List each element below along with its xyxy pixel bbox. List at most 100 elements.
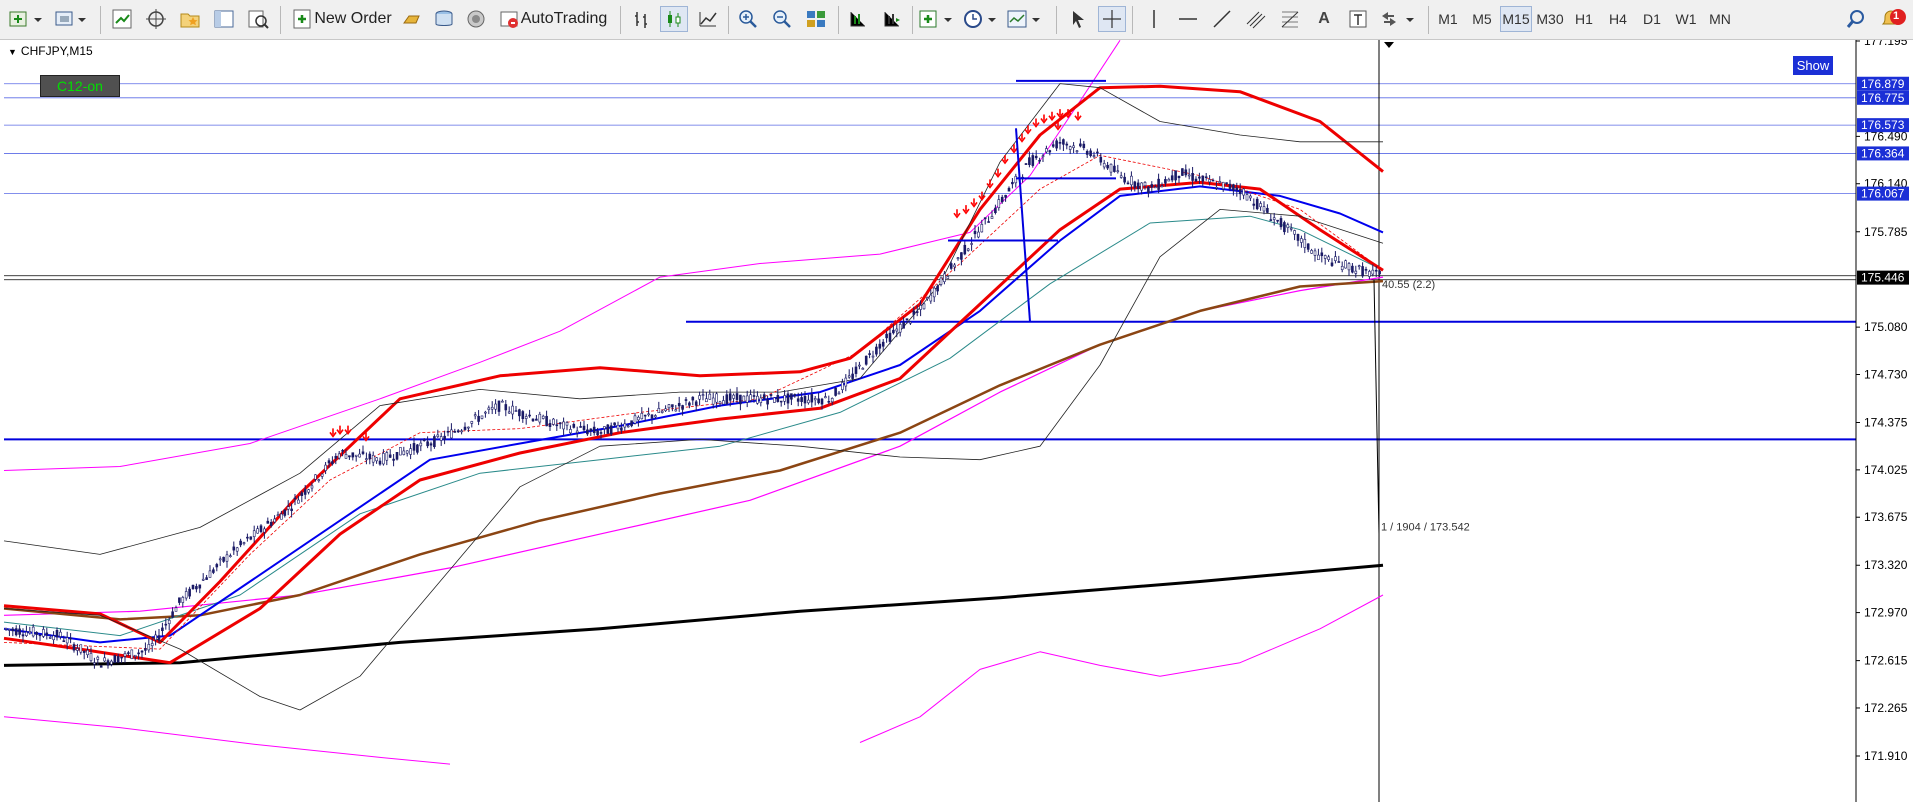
candle-body (871, 355, 875, 358)
text-tool-icon[interactable]: A (1310, 6, 1338, 32)
candle-body (140, 650, 144, 653)
candle-body (796, 398, 800, 402)
candle-body (1208, 179, 1211, 183)
terminal-window-icon[interactable] (210, 6, 238, 32)
candle-body (1157, 178, 1160, 190)
timeframe-m30[interactable]: M30 (1534, 6, 1566, 32)
gold-bar-icon[interactable] (398, 6, 426, 32)
timeframe-m15[interactable]: M15 (1500, 6, 1532, 32)
arrows-dropdown-icon[interactable] (1378, 6, 1420, 32)
indicators-list-icon[interactable] (918, 6, 958, 32)
candle-body (450, 429, 453, 439)
horizontal-line-icon[interactable] (1174, 6, 1202, 32)
lower-envelope-left (3, 716, 451, 765)
bar-chart-icon[interactable] (628, 6, 656, 32)
new-chart-icon[interactable] (8, 6, 44, 32)
timeframe-h1[interactable]: H1 (1568, 6, 1600, 32)
timeframe-m5[interactable]: M5 (1466, 6, 1498, 32)
candle-body (756, 395, 759, 404)
candle-body (1334, 256, 1337, 261)
notifications-button[interactable]: 1 (1876, 6, 1908, 32)
candle-body (572, 424, 576, 428)
search-icon[interactable] (1842, 6, 1870, 32)
trendline-icon[interactable] (1208, 6, 1236, 32)
periodicity-clock-icon[interactable] (962, 6, 1002, 32)
candle-body (1170, 175, 1174, 181)
tile-windows-icon[interactable] (802, 6, 830, 32)
market-globe-icon[interactable] (462, 6, 490, 32)
timeframe-h4[interactable]: H4 (1602, 6, 1634, 32)
favorites-folder-icon[interactable] (176, 6, 204, 32)
signals-database-icon[interactable] (430, 6, 458, 32)
candle-body (800, 397, 803, 402)
candle-body (983, 217, 987, 220)
candle-body (637, 416, 640, 421)
candle-body (382, 453, 385, 465)
candle-body (1038, 159, 1041, 162)
zoom-in-icon[interactable] (734, 6, 762, 32)
candle-body (1058, 142, 1062, 144)
candle-body (358, 453, 361, 458)
candle-body (545, 415, 548, 427)
candle-body (1351, 265, 1354, 273)
profiles-icon[interactable] (54, 6, 90, 32)
timeframe-m1[interactable]: M1 (1432, 6, 1464, 32)
new-order-button[interactable]: New Order (288, 6, 396, 32)
equidistant-channel-icon[interactable] (1242, 6, 1270, 32)
fibonacci-icon[interactable] (1276, 6, 1304, 32)
collapse-triangle-icon[interactable]: ▼ (8, 47, 17, 57)
price-chart[interactable]: 177.195 176.490 176.140 175.785 175.080 174.7… (0, 40, 1913, 802)
candle-body (790, 393, 793, 400)
chart-shift-icon[interactable] (844, 6, 872, 32)
candle-body (1187, 174, 1191, 177)
vertical-line-icon[interactable] (1140, 6, 1168, 32)
candle-body (1092, 155, 1096, 157)
strategy-tester-icon[interactable] (244, 6, 272, 32)
market-watch-icon[interactable] (108, 6, 136, 32)
autotrading-label: AutoTrading (520, 10, 608, 27)
candle-body (497, 400, 501, 412)
candle-body (912, 310, 916, 315)
candle-body (225, 554, 229, 562)
chart-canvas[interactable]: 177.195176.490176.140175.785175.080174.7… (0, 40, 1913, 802)
candle-body (110, 660, 113, 665)
c12-status-badge[interactable]: C12-on (40, 75, 120, 97)
candle-body (371, 455, 375, 463)
show-button[interactable]: Show (1793, 56, 1833, 75)
auto-scroll-icon[interactable] (878, 6, 906, 32)
candle-body (779, 400, 783, 403)
candle-body (654, 415, 657, 418)
candle-body (606, 424, 610, 434)
timeframe-w1[interactable]: W1 (1670, 6, 1702, 32)
candle-body (18, 628, 21, 635)
crosshair-tool-icon[interactable] (1098, 6, 1126, 32)
candle-body (402, 450, 406, 455)
candle-body (762, 394, 766, 400)
candle-body (677, 403, 681, 407)
candle-body (657, 408, 661, 413)
chart-text-overlays: 40.55 (2.2) 1 / 1904 / 173.542 (1381, 42, 1470, 533)
autotrading-button[interactable]: AutoTrading (494, 6, 612, 32)
candle-body (171, 611, 174, 618)
candle-body (375, 457, 378, 462)
candle-body (592, 426, 596, 434)
line-chart-icon[interactable] (694, 6, 722, 32)
sell-arrow-icon (1018, 133, 1026, 143)
candle-body (1062, 139, 1065, 145)
sell-arrow-icon (329, 428, 337, 438)
navigator-crosshair-icon[interactable] (142, 6, 170, 32)
text-label-icon[interactable] (1344, 6, 1372, 32)
candle-body (1276, 219, 1279, 222)
zoom-out-icon[interactable] (768, 6, 796, 32)
candlestick-chart-icon[interactable] (660, 6, 688, 32)
timeframe-d1[interactable]: D1 (1636, 6, 1668, 32)
timeframe-mn[interactable]: MN (1704, 6, 1736, 32)
candle-body (1126, 182, 1130, 185)
candle-body (276, 514, 280, 517)
candle-body (405, 450, 409, 454)
candle-body (745, 395, 749, 403)
candle-body (178, 597, 181, 603)
new-order-label: New Order (314, 10, 392, 27)
templates-icon[interactable] (1006, 6, 1046, 32)
cursor-arrow-icon[interactable] (1064, 6, 1092, 32)
